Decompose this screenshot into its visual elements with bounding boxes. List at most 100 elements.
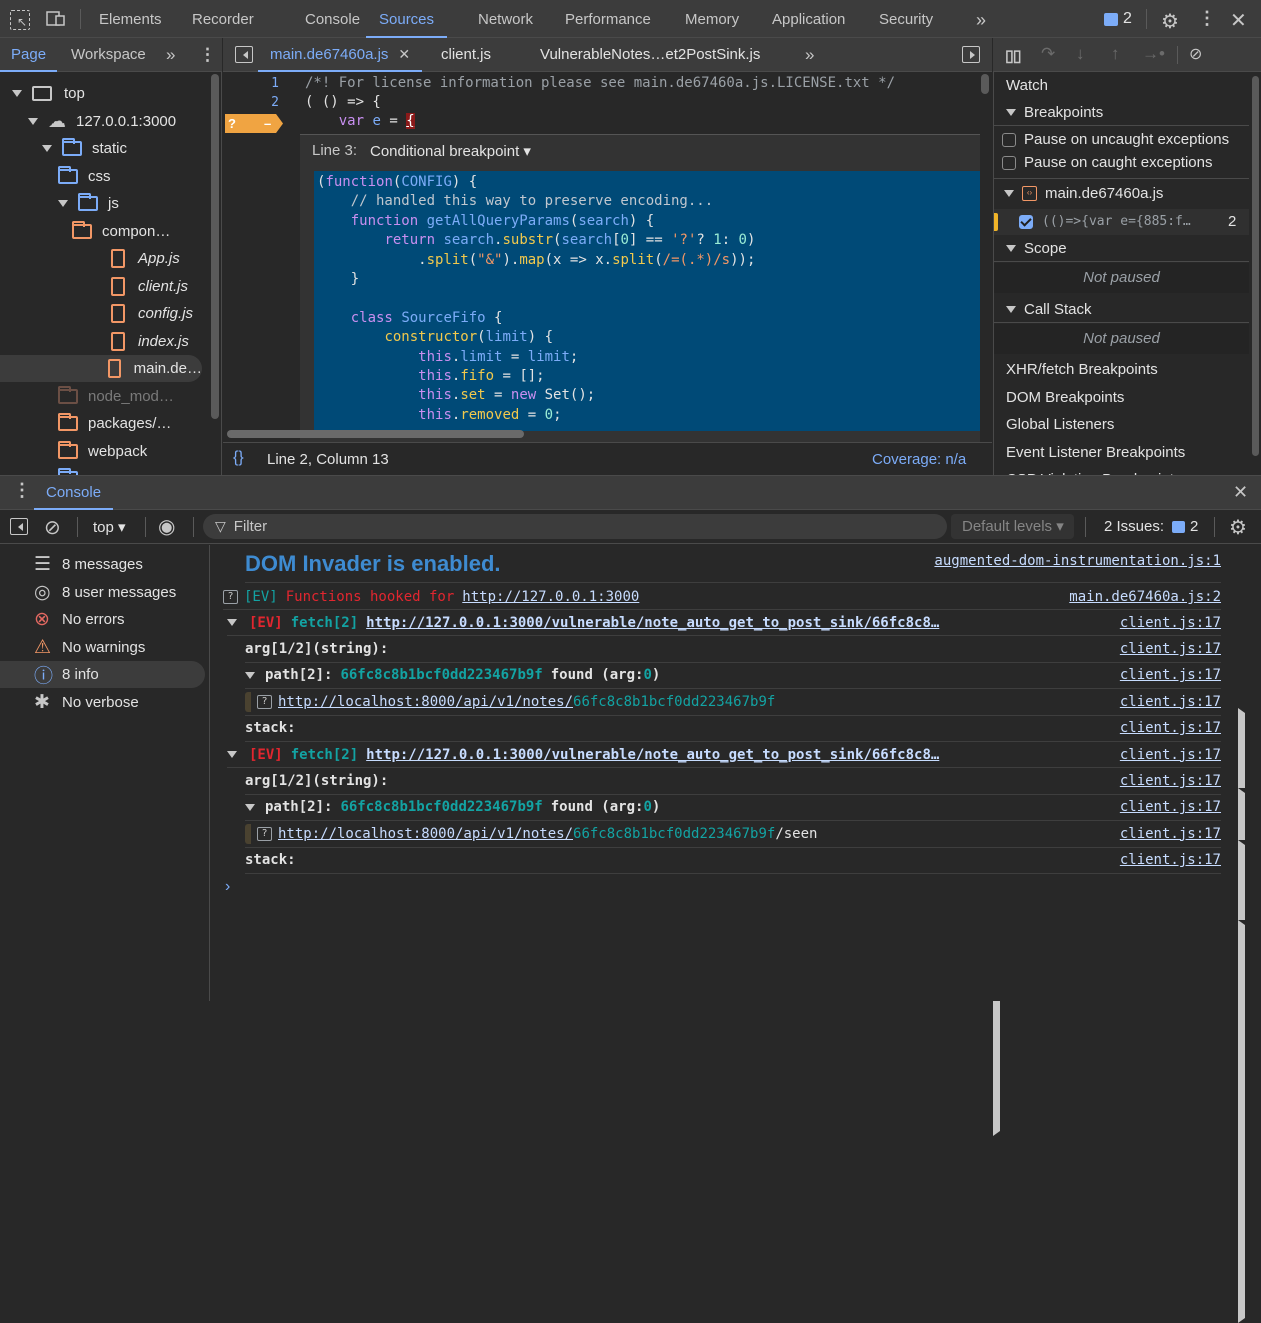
console-prompt[interactable]: › xyxy=(225,878,230,896)
source-link[interactable]: client.js:17 xyxy=(1120,720,1221,736)
console-url-row[interactable]: ? http://localhost:8000/api/v1/notes/66fc… xyxy=(245,821,1221,848)
log-levels-dropdown[interactable]: Default levels ▾ xyxy=(951,514,1074,539)
tree-item[interactable]: static xyxy=(42,135,127,162)
more-tabs-button[interactable]: » xyxy=(976,0,986,38)
close-devtools-icon[interactable]: ✕ xyxy=(1230,8,1247,33)
fetch-url-link[interactable]: http://127.0.0.1:3000/vulnerable/note_au… xyxy=(366,615,939,631)
navigator-menu-icon[interactable]: ⋮ xyxy=(199,38,216,71)
console-url-row[interactable]: ? http://localhost:8000/api/v1/notes/66fc… xyxy=(245,689,1221,716)
console-stack-row[interactable]: stack: client.js:17 xyxy=(245,716,1261,1191)
global-listeners-section[interactable]: Global Listeners xyxy=(994,411,1249,438)
breakpoint-type-dropdown[interactable]: Conditional breakpoint ▾ xyxy=(370,142,531,160)
tab-recorder[interactable]: Recorder xyxy=(192,0,254,38)
scope-section[interactable]: Scope xyxy=(994,235,1249,262)
api-url-link[interactable]: http://localhost:8000/api/v1/notes/ xyxy=(278,694,573,710)
pretty-print-icon[interactable]: {} xyxy=(233,449,244,467)
checkbox[interactable] xyxy=(1002,132,1016,147)
pause-resume-icon[interactable]: ▯▯ xyxy=(1005,46,1022,66)
more-options-icon[interactable]: ⋮ xyxy=(1198,8,1216,29)
tab-network[interactable]: Network xyxy=(478,0,533,38)
tree-item[interactable]: css xyxy=(58,163,111,190)
inspect-element-icon[interactable]: ↖ xyxy=(10,10,30,30)
console-issues-button[interactable]: 2 Issues: 2 xyxy=(1104,518,1198,535)
source-link[interactable]: client.js:17 xyxy=(1120,694,1221,710)
console-sidebar-item[interactable]: ⚠ No warnings xyxy=(0,634,205,661)
conditional-breakpoint-marker[interactable]: ? – xyxy=(225,114,283,133)
console-settings-gear-icon[interactable]: ⚙ xyxy=(1229,515,1247,540)
close-tab-icon[interactable]: ✕ xyxy=(398,46,410,63)
breakpoint-entry[interactable]: (()=>{var e={885:f… 2 xyxy=(994,209,1249,236)
tree-item[interactable]: ☁ 127.0.0.1:3000 xyxy=(28,108,176,135)
event-listener-breakpoints-section[interactable]: Event Listener Breakpoints xyxy=(994,439,1249,466)
tab-elements[interactable]: Elements xyxy=(99,0,162,38)
drawer-menu-icon[interactable]: ⋮ xyxy=(13,480,31,501)
collapse-icon[interactable] xyxy=(12,90,22,97)
clear-console-icon[interactable]: ⊘ xyxy=(44,515,61,540)
csp-violation-breakpoints-section[interactable]: CSP Violation Breakpoints xyxy=(994,466,1249,475)
editor-tab-vulnerable[interactable]: VulnerableNotes…et2PostSink.js xyxy=(540,38,760,71)
editor-more-tabs-icon[interactable]: » xyxy=(805,38,814,71)
source-link[interactable]: client.js:17 xyxy=(1120,852,1221,868)
console-sidebar-item[interactable]: ◎ 8 user messages xyxy=(0,579,1261,1054)
navigator-tab-workspace[interactable]: Workspace xyxy=(71,38,146,71)
tab-security[interactable]: Security xyxy=(879,0,933,38)
pause-uncaught-checkbox[interactable]: Pause on uncaught exceptions xyxy=(1002,131,1229,148)
context-selector[interactable]: top ▾ xyxy=(93,518,126,536)
dom-breakpoints-section[interactable]: DOM Breakpoints xyxy=(994,384,1249,411)
source-link[interactable]: client.js:17 xyxy=(1120,667,1221,683)
editor-tab-client[interactable]: client.js xyxy=(441,38,491,71)
tree-item[interactable]: client.js xyxy=(94,273,188,300)
tree-item[interactable]: compon… xyxy=(72,218,170,245)
tab-performance[interactable]: Performance xyxy=(565,0,651,38)
console-sidebar-item[interactable]: ⊗ No errors xyxy=(0,606,205,633)
line-number[interactable]: 1 xyxy=(223,76,279,91)
editor-vertical-scrollbar[interactable] xyxy=(981,74,989,94)
source-link[interactable]: augmented-dom-instrumentation.js:1 xyxy=(934,553,1221,569)
xhr-breakpoints-section[interactable]: XHR/fetch Breakpoints xyxy=(994,356,1249,383)
debugger-scrollbar[interactable] xyxy=(1252,76,1259,456)
hooked-url-link[interactable]: http://127.0.0.1:3000 xyxy=(462,589,639,605)
source-editor[interactable]: 1 /*! For license information please see… xyxy=(223,72,992,442)
source-link[interactable]: client.js:17 xyxy=(1120,615,1221,631)
toggle-navigator-icon[interactable] xyxy=(235,46,253,63)
tree-item[interactable]: node_mod… xyxy=(58,383,174,410)
checkbox[interactable] xyxy=(1002,155,1016,170)
collapse-icon[interactable] xyxy=(58,200,68,207)
tree-item[interactable]: packages/… xyxy=(58,410,171,437)
expand-icon[interactable] xyxy=(1238,919,1261,1323)
navigator-scrollbar[interactable] xyxy=(211,74,219,419)
collapse-icon[interactable] xyxy=(245,803,255,811)
tree-item[interactable]: config.js xyxy=(94,300,193,327)
tree-item[interactable]: main.de… xyxy=(0,355,202,382)
live-expression-eye-icon[interactable]: ◉ xyxy=(158,514,175,539)
console-arg-row[interactable]: arg[1/2](string): client.js:17 xyxy=(245,636,1261,1112)
console-sidebar-item[interactable]: ⓘ 8 info xyxy=(0,661,1261,1136)
tab-console[interactable]: Console xyxy=(305,0,360,38)
source-link[interactable]: client.js:17 xyxy=(1120,799,1221,815)
console-sidebar-item[interactable]: ☰ 8 messages xyxy=(0,551,1261,1026)
console-group-header[interactable]: [EV] fetch[2] http://127.0.0.1:3000/vulner… xyxy=(227,610,1221,637)
breakpoint-file-group[interactable]: ‹› main.de67460a.js xyxy=(1004,185,1163,202)
editor-horizontal-scrollbar[interactable] xyxy=(227,430,524,438)
issues-button[interactable]: 2 xyxy=(1104,10,1132,28)
deactivate-breakpoints-icon[interactable]: ⊘ xyxy=(1189,44,1202,64)
device-toolbar-icon[interactable] xyxy=(46,11,66,27)
source-link[interactable]: client.js:17 xyxy=(1120,826,1221,842)
fetch-url-link[interactable]: http://127.0.0.1:3000/vulnerable/note_au… xyxy=(366,747,939,763)
step-out-icon[interactable]: ↑ xyxy=(1111,44,1120,64)
collapse-icon[interactable] xyxy=(227,751,237,759)
pause-caught-checkbox[interactable]: Pause on caught exceptions xyxy=(1002,154,1212,171)
step-into-icon[interactable]: ↓ xyxy=(1076,44,1085,64)
collapse-icon[interactable] xyxy=(245,671,255,679)
navigator-tab-page[interactable]: Page xyxy=(0,38,58,72)
navigator-more-icon[interactable]: » xyxy=(166,38,175,71)
source-link[interactable]: client.js:17 xyxy=(1120,773,1221,789)
tab-application[interactable]: Application xyxy=(772,0,845,38)
console-stack-row[interactable]: stack: client.js:17 xyxy=(245,848,1261,1323)
breakpoint-enabled-checkbox[interactable] xyxy=(1019,215,1033,229)
tree-item[interactable]: webpack xyxy=(58,438,147,465)
tab-sources[interactable]: Sources xyxy=(366,0,448,38)
condition-code-input[interactable]: (function(CONFIG) { // handled this way … xyxy=(314,171,980,431)
tree-item[interactable]: App.js xyxy=(94,245,180,272)
console-path-row[interactable]: path[2]: 66fc8c8b1bcf0dd223467b9f found (a… xyxy=(245,663,1221,690)
